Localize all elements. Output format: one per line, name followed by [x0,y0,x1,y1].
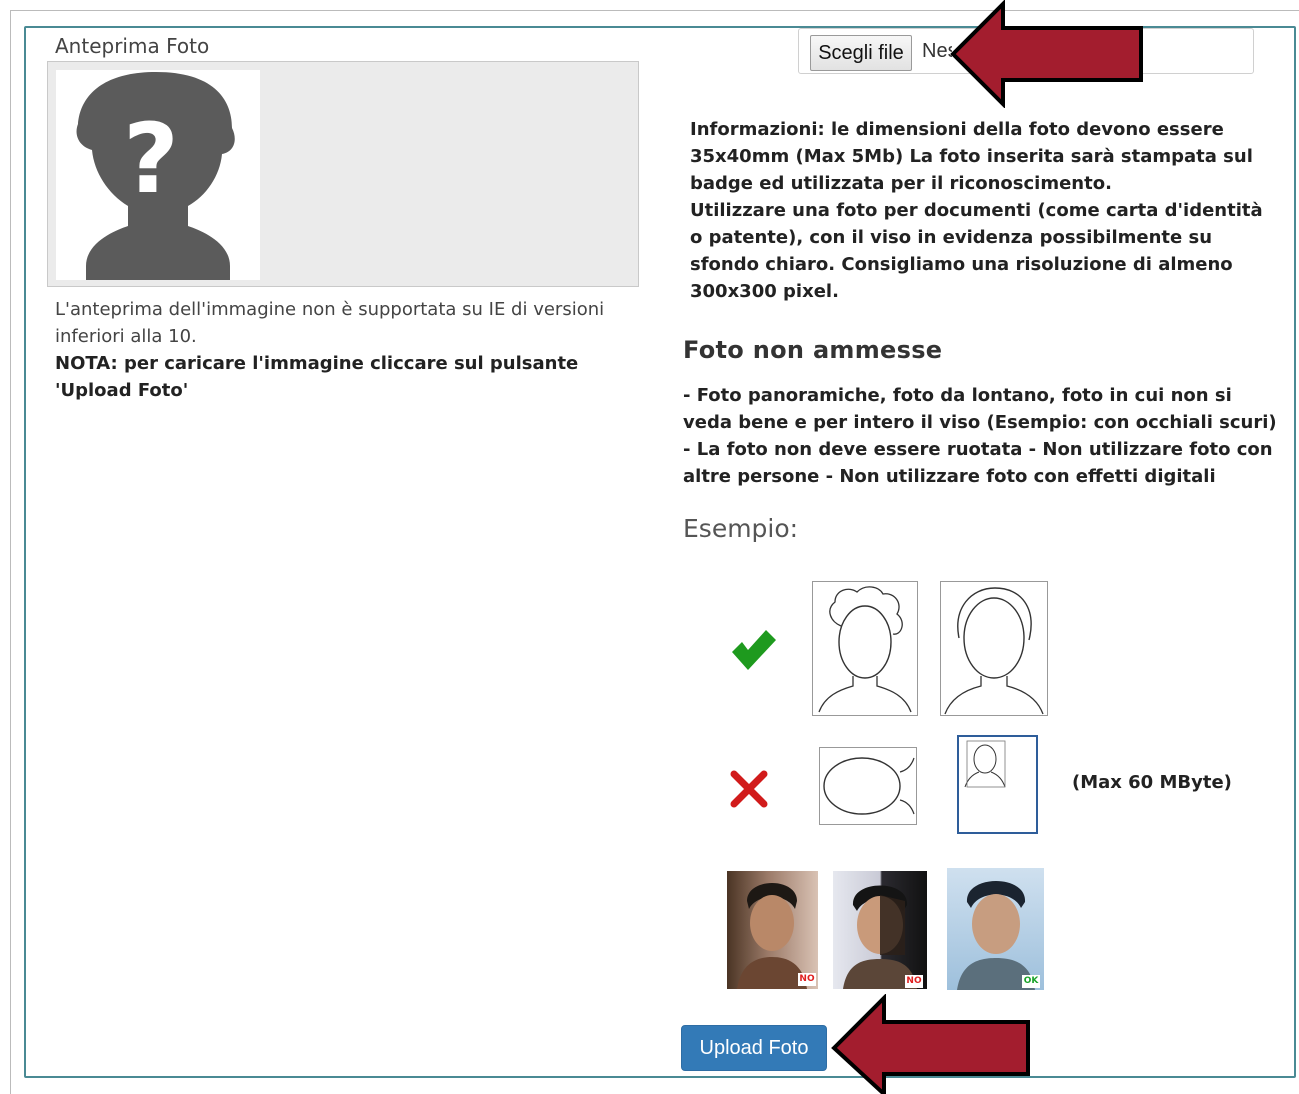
example-distant-face [957,735,1038,834]
example-photo-half-shadow [833,871,927,989]
upload-instruction-note: NOTA: per caricare l'immagine cliccare s… [55,353,579,401]
photo-tag-no-2: NO [905,975,923,988]
arrow-pointer-icon-top [950,0,1143,108]
arrow-pointer-icon-bottom [831,994,1030,1094]
photo-info-text: Informazioni: le dimensioni della foto d… [690,116,1280,305]
example-good-face-2 [940,581,1048,716]
svg-text:?: ? [123,103,179,215]
example-label: Esempio: [683,514,799,543]
max-size-label: (Max 60 MByte) [1072,772,1232,793]
info-line-1: Informazioni: le dimensioni della foto d… [690,119,1253,194]
cross-icon [730,770,768,808]
upload-photo-button[interactable]: Upload Foto [681,1025,827,1071]
info-line-2: Utilizzare una foto per documenti (come … [690,200,1263,302]
page-left-border [10,10,11,1094]
placeholder-avatar-icon: ? [56,70,260,280]
example-good-face-1 [812,581,918,716]
photo-tag-no-1: NO [798,973,816,986]
example-photo-correct [947,868,1044,990]
preview-label: Anteprima Foto [55,34,210,58]
not-allowed-heading: Foto non ammesse [683,336,943,364]
example-photo-side-light [727,871,818,989]
choose-file-button[interactable]: Scegli file [810,35,912,71]
photo-tag-ok: OK [1022,975,1040,988]
not-allowed-text: - Foto panoramiche, foto da lontano, fot… [683,385,1277,487]
check-icon [732,630,776,670]
example-rotated-face [819,747,917,825]
preview-note: L'anteprima dell'immagine non è supporta… [55,299,605,347]
